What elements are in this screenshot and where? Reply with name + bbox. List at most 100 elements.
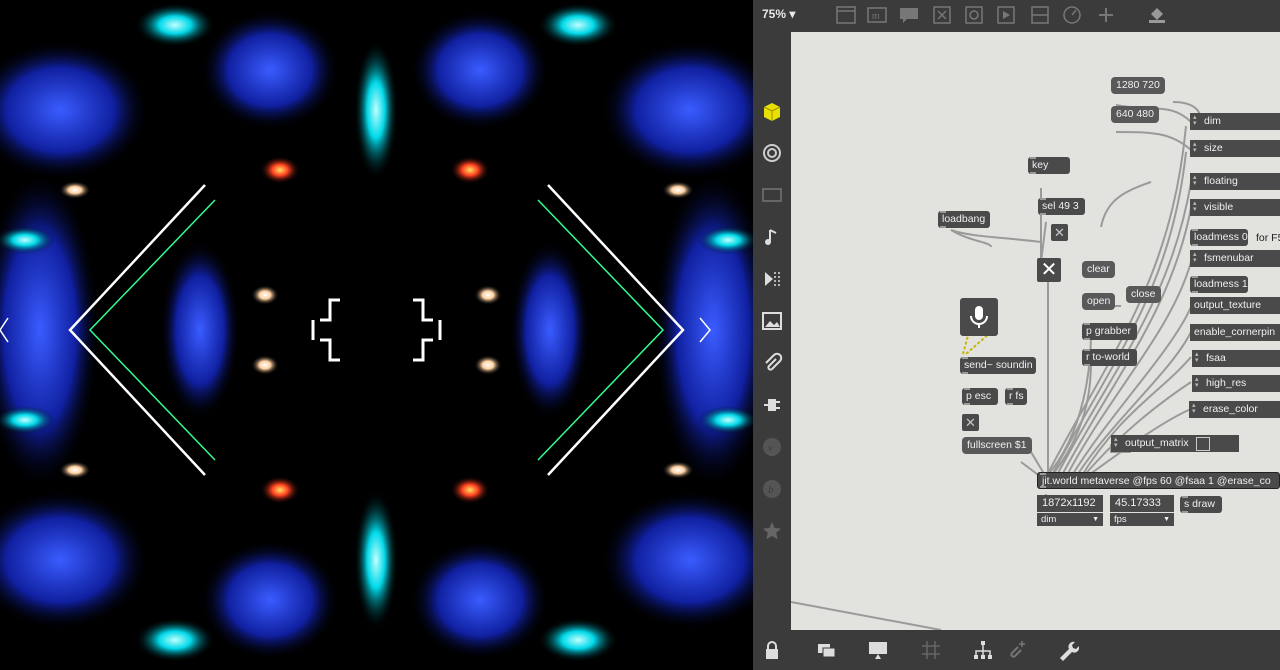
spinner-icon: ▴ ▾ bbox=[1193, 141, 1197, 154]
patch-canvas[interactable]: 1280 720 640 480 key sel 49 3 ✕ loadbang… bbox=[791, 32, 1280, 630]
paperclip-icon[interactable] bbox=[761, 352, 783, 374]
max-patcher-window: 75% ▾ m v b 1280 720 640 480 key sel 49 … bbox=[753, 0, 1280, 670]
attrui-output-texture-label: output_texture bbox=[1194, 299, 1262, 311]
object-loadbang[interactable]: loadbang bbox=[938, 211, 990, 228]
slider-icon[interactable] bbox=[1029, 5, 1051, 25]
attrui-erase-color[interactable]: ▴ ▾ erase_color bbox=[1189, 401, 1280, 418]
object-loadmess-1[interactable]: loadmess 1 bbox=[1190, 276, 1248, 293]
toggle-icon[interactable] bbox=[963, 5, 985, 25]
spinner-icon: ▴ ▾ bbox=[1193, 174, 1197, 187]
presentation-icon[interactable] bbox=[835, 5, 857, 25]
object-r-to-world[interactable]: r to-world bbox=[1082, 349, 1137, 366]
message-fullscreen[interactable]: fullscreen $1 bbox=[962, 437, 1032, 454]
paint-bucket-icon[interactable] bbox=[1146, 5, 1168, 25]
object-r-fs[interactable]: r fs bbox=[1005, 388, 1027, 405]
cube-icon[interactable] bbox=[761, 101, 783, 123]
attrui-output-matrix-label: output_matrix bbox=[1125, 437, 1189, 449]
kaleidoscope-video-image bbox=[0, 0, 753, 670]
object-loadmess-0[interactable]: loadmess 0 bbox=[1190, 229, 1248, 246]
spinner-icon: ▴ ▾ bbox=[1114, 436, 1118, 449]
message-640x480[interactable]: 640 480 bbox=[1111, 106, 1159, 123]
note-icon[interactable] bbox=[761, 226, 783, 248]
message-1280x720[interactable]: 1280 720 bbox=[1111, 77, 1165, 94]
grid-icon[interactable] bbox=[920, 639, 942, 661]
message-clear[interactable]: clear bbox=[1082, 261, 1115, 278]
attrui-high-res-label: high_res bbox=[1206, 377, 1247, 389]
attrui-output-matrix[interactable]: ▴ ▾ output_matrix bbox=[1111, 435, 1239, 452]
zoom-label: 75% bbox=[762, 7, 787, 21]
main-toggle[interactable]: ✕ bbox=[1037, 258, 1061, 282]
attrui-enable-cornerpin[interactable]: enable_cornerpin bbox=[1190, 324, 1280, 341]
attrui-enable-cornerpin-label: enable_cornerpin bbox=[1194, 326, 1276, 338]
video-output-panel bbox=[0, 0, 753, 670]
umenu-fps-label: fps bbox=[1114, 514, 1127, 525]
attrui-high-res[interactable]: ▴ ▾ high_res bbox=[1192, 375, 1280, 392]
attrui-dim-label: dim bbox=[1204, 115, 1221, 127]
message-open[interactable]: open bbox=[1082, 293, 1116, 310]
svg-text:b: b bbox=[768, 484, 774, 496]
attrui-fsmenubar[interactable]: ▴ ▾ fsmenubar bbox=[1190, 250, 1280, 267]
svg-text:m: m bbox=[872, 11, 880, 21]
svg-text:v: v bbox=[768, 442, 773, 454]
mic-glyph bbox=[970, 306, 988, 328]
umenu-dim-label: dim bbox=[1041, 514, 1057, 525]
target-icon[interactable] bbox=[761, 142, 783, 164]
plus-icon[interactable] bbox=[1095, 5, 1117, 25]
presentation-windows-icon[interactable] bbox=[816, 639, 838, 661]
number-fps[interactable]: 45.17333 bbox=[1110, 495, 1174, 512]
comment-icon[interactable]: m bbox=[866, 5, 888, 25]
b-icon[interactable]: b bbox=[761, 478, 783, 500]
speech-bubble-icon[interactable] bbox=[898, 5, 920, 25]
presentation-screen-icon[interactable] bbox=[867, 639, 889, 661]
bang-icon: ✕ bbox=[1054, 225, 1065, 240]
output-matrix-checkbox[interactable] bbox=[1196, 437, 1210, 451]
patcher-toolbar: 75% ▾ m bbox=[753, 0, 1280, 30]
star-icon[interactable] bbox=[761, 520, 783, 542]
attrui-visible-label: visible bbox=[1204, 201, 1234, 213]
toggle-x-icon: ✕ bbox=[965, 415, 976, 430]
button-icon[interactable] bbox=[931, 5, 953, 25]
object-s-draw[interactable]: s draw bbox=[1180, 496, 1222, 513]
spinner-icon: ▴ ▾ bbox=[1192, 402, 1196, 415]
attrui-size-label: size bbox=[1204, 142, 1223, 154]
plug-icon[interactable] bbox=[761, 394, 783, 416]
attrui-visible[interactable]: ▴ ▾ visible bbox=[1190, 199, 1280, 216]
button-bang-1[interactable]: ✕ bbox=[1051, 224, 1068, 241]
attrui-output-texture[interactable]: output_texture bbox=[1190, 297, 1280, 314]
attrui-erase-color-label: erase_color bbox=[1203, 403, 1258, 415]
umenu-fps[interactable]: fps ▼ bbox=[1110, 513, 1174, 526]
message-close[interactable]: close bbox=[1126, 286, 1161, 303]
v-icon[interactable]: v bbox=[761, 436, 783, 458]
play-icon[interactable] bbox=[995, 5, 1017, 25]
number-dim[interactable]: 1872x1192 bbox=[1037, 495, 1103, 512]
lock-icon[interactable] bbox=[761, 639, 783, 661]
play-step-icon[interactable] bbox=[761, 268, 783, 290]
video-icon[interactable] bbox=[761, 184, 783, 206]
wrench-icon[interactable] bbox=[1057, 639, 1079, 661]
dial-icon[interactable] bbox=[1061, 5, 1083, 25]
dropdown-arrow-icon: ▼ bbox=[1163, 516, 1170, 523]
attrui-dim[interactable]: ▴ ▾ dim bbox=[1190, 113, 1280, 130]
comment-for-fs: for F5 bbox=[1256, 232, 1280, 244]
object-key[interactable]: key bbox=[1028, 157, 1070, 174]
microphone-icon[interactable] bbox=[960, 298, 998, 336]
hierarchy-icon[interactable] bbox=[972, 639, 994, 661]
object-jit-world[interactable]: jit.world metaverse @fps 60 @fsaa 1 @era… bbox=[1037, 472, 1280, 489]
object-p-esc[interactable]: p esc bbox=[962, 388, 998, 405]
spinner-icon: ▴ ▾ bbox=[1195, 351, 1199, 364]
attrui-size[interactable]: ▴ ▾ size bbox=[1190, 140, 1280, 157]
image-icon[interactable] bbox=[761, 310, 783, 332]
attrui-fsaa[interactable]: ▴ ▾ fsaa bbox=[1192, 350, 1280, 367]
spinner-icon: ▴ ▾ bbox=[1193, 200, 1197, 213]
object-sel[interactable]: sel 49 3 bbox=[1038, 198, 1085, 215]
zoom-dropdown[interactable]: 75% ▾ bbox=[762, 7, 795, 21]
paperclip-add-icon[interactable] bbox=[1005, 639, 1027, 661]
object-p-grabber[interactable]: p grabber bbox=[1082, 323, 1137, 340]
fullscreen-toggle[interactable]: ✕ bbox=[962, 414, 979, 431]
umenu-dim[interactable]: dim ▼ bbox=[1037, 513, 1103, 526]
spinner-icon: ▴ ▾ bbox=[1195, 376, 1199, 389]
patcher-bottom-toolbar bbox=[753, 630, 1280, 670]
object-send-soundin[interactable]: send~ soundin bbox=[960, 357, 1036, 374]
spinner-icon: ▴ ▾ bbox=[1193, 114, 1197, 127]
attrui-floating[interactable]: ▴ ▾ floating bbox=[1190, 173, 1280, 190]
